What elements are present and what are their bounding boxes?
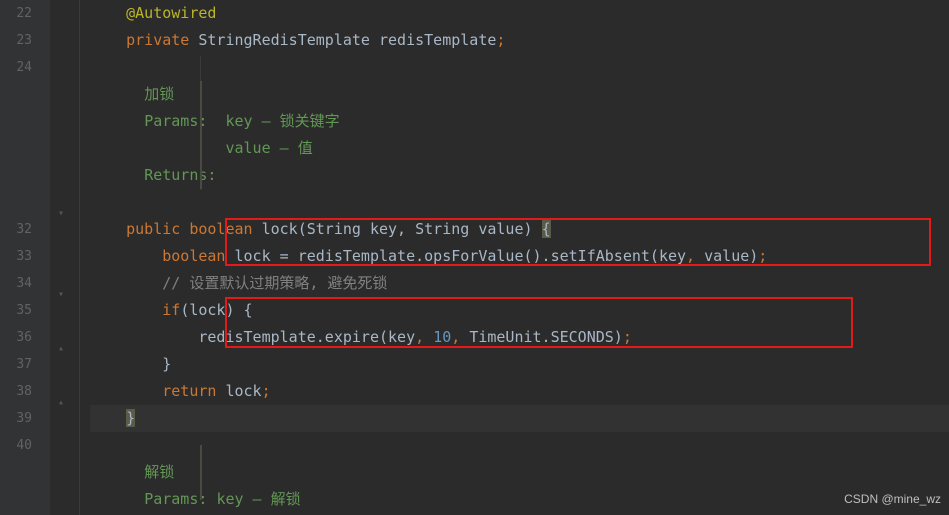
- code-line[interactable]: [90, 432, 949, 459]
- doc-returns-label: Returns:: [144, 166, 216, 184]
- doc-param-desc: 锁关键字: [280, 112, 340, 130]
- fold-toggle-icon[interactable]: ▾: [58, 200, 70, 212]
- fold-end-icon[interactable]: ▴: [58, 335, 70, 347]
- line-number: 36: [0, 324, 32, 351]
- doc-param-name: value: [225, 139, 270, 157]
- line-number: 32: [0, 216, 32, 243]
- doc-dash: –: [253, 112, 280, 130]
- line-number: 35: [0, 297, 32, 324]
- code-text: (String key, String value): [298, 220, 542, 238]
- doc-line: Params: key – 锁关键字: [90, 108, 949, 135]
- doc-dash: –: [271, 139, 298, 157]
- punct: ;: [496, 31, 505, 49]
- method-name: lock: [262, 220, 298, 238]
- code-line[interactable]: [90, 54, 949, 81]
- code-text: StringRedisTemplate redisTemplate: [189, 31, 496, 49]
- code-area[interactable]: @Autowired private StringRedisTemplate r…: [80, 0, 949, 515]
- doc-params-label: Params:: [144, 112, 207, 130]
- code-line[interactable]: [90, 189, 949, 216]
- line-number: 39: [0, 405, 32, 432]
- code-line[interactable]: @Autowired: [90, 0, 949, 27]
- number-literal: 10: [433, 328, 451, 346]
- punct: ,: [686, 247, 704, 265]
- annotation: @Autowired: [126, 4, 216, 22]
- doc-title: 解锁: [144, 463, 174, 481]
- code-text: (lock) {: [180, 301, 252, 319]
- punct: ;: [262, 382, 271, 400]
- line-number: 40: [0, 432, 32, 459]
- code-line[interactable]: private StringRedisTemplate redisTemplat…: [90, 27, 949, 54]
- fold-gutter: ▾ ▾ ▴ ▴: [50, 0, 80, 515]
- doc-line: 解锁: [90, 459, 949, 486]
- line-number: 24: [0, 54, 32, 81]
- doc-param-name: key: [225, 112, 252, 130]
- brace: }: [162, 355, 171, 373]
- punct: ,: [451, 328, 469, 346]
- doc-indent-guide: [200, 81, 202, 189]
- line-number: 33: [0, 243, 32, 270]
- cursor: }: [126, 409, 135, 427]
- code-text: redisTemplate.expire(key: [198, 328, 415, 346]
- code-line[interactable]: boolean lock = redisTemplate.opsForValue…: [90, 243, 949, 270]
- line-number: 38: [0, 378, 32, 405]
- keyword: boolean: [180, 220, 261, 238]
- line-number: [0, 486, 32, 513]
- doc-param-desc: 值: [298, 139, 313, 157]
- keyword: return: [162, 382, 216, 400]
- doc-param-name: key: [216, 490, 243, 508]
- code-line[interactable]: public boolean lock(String key, String v…: [90, 216, 949, 243]
- doc-line: Params: key – 解锁: [90, 486, 949, 513]
- code-line[interactable]: return lock;: [90, 378, 949, 405]
- doc-params-label: Params:: [144, 490, 207, 508]
- punct: ,: [415, 328, 433, 346]
- fold-toggle-icon[interactable]: ▾: [58, 281, 70, 293]
- line-number: 23: [0, 27, 32, 54]
- cursor: {: [542, 220, 551, 238]
- doc-param-desc: 解锁: [271, 490, 301, 508]
- code-text: lock = redisTemplate.opsForValue().setIf…: [225, 247, 686, 265]
- line-number: 34: [0, 270, 32, 297]
- line-number: [0, 162, 32, 189]
- doc-title: 加锁: [144, 85, 174, 103]
- comment: // 设置默认过期策略, 避免死锁: [162, 274, 387, 292]
- doc-line: Returns:: [90, 162, 949, 189]
- line-number: [0, 81, 32, 108]
- keyword: public: [126, 220, 180, 238]
- keyword: if: [162, 301, 180, 319]
- code-line[interactable]: }: [90, 405, 949, 432]
- code-line[interactable]: if(lock) {: [90, 297, 949, 324]
- doc-line: 加锁: [90, 81, 949, 108]
- doc-line: value – 值: [90, 135, 949, 162]
- code-line[interactable]: // 设置默认过期策略, 避免死锁: [90, 270, 949, 297]
- code-text: value): [704, 247, 758, 265]
- line-number: [0, 459, 32, 486]
- line-number: [0, 108, 32, 135]
- code-text: lock: [216, 382, 261, 400]
- punct: ;: [758, 247, 767, 265]
- watermark: CSDN @mine_wz: [844, 486, 941, 513]
- line-number: 37: [0, 351, 32, 378]
- doc-indent-guide: [200, 445, 202, 500]
- line-number: [0, 189, 32, 216]
- line-number: 22: [0, 0, 32, 27]
- keyword: private: [126, 31, 189, 49]
- code-editor[interactable]: 22 23 24 32 33 34 35 36 37 38 39 40 ▾ ▾ …: [0, 0, 949, 515]
- punct: ;: [623, 328, 632, 346]
- doc-dash: –: [244, 490, 271, 508]
- code-text: TimeUnit.SECONDS): [469, 328, 623, 346]
- code-line[interactable]: redisTemplate.expire(key, 10, TimeUnit.S…: [90, 324, 949, 351]
- fold-end-icon[interactable]: ▴: [58, 389, 70, 401]
- line-number: [0, 135, 32, 162]
- line-number-gutter: 22 23 24 32 33 34 35 36 37 38 39 40: [0, 0, 50, 515]
- keyword: boolean: [162, 247, 225, 265]
- code-line[interactable]: }: [90, 351, 949, 378]
